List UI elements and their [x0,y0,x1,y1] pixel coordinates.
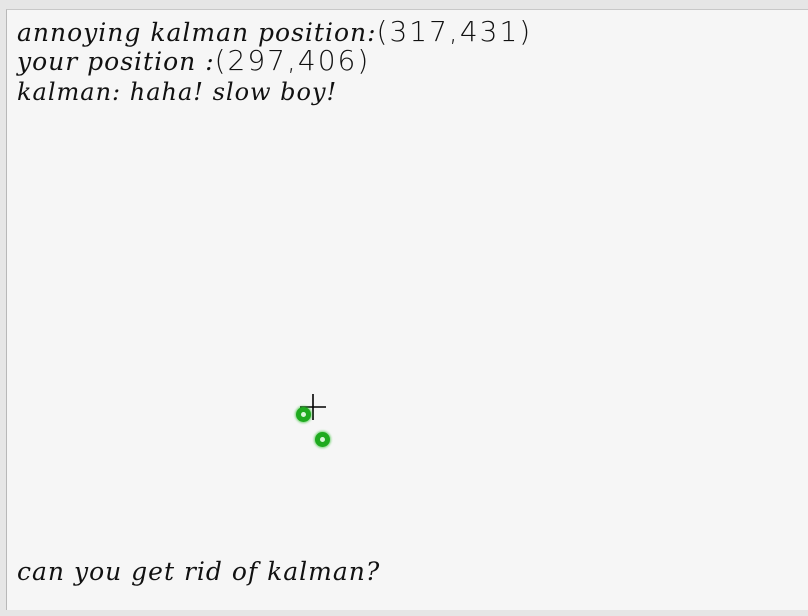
kalman-position-line: annoying kalman position:(317,431) [17,18,532,46]
kalman-position-value: (317,431) [376,15,533,48]
your-position-line: your position :(297,406) [17,47,370,75]
player-dot [296,407,311,422]
game-canvas[interactable]: annoying kalman position:(317,431) your … [6,9,808,610]
your-position-value: (297,406) [214,44,371,77]
kalman-dot [315,432,330,447]
kalman-taunt: kalman: haha! slow boy! [17,78,338,106]
your-position-label: your position : [17,47,215,76]
game-window: annoying kalman position:(317,431) your … [0,0,808,616]
kalman-position-label: annoying kalman position: [17,18,377,47]
game-prompt: can you get rid of kalman? [17,557,381,586]
